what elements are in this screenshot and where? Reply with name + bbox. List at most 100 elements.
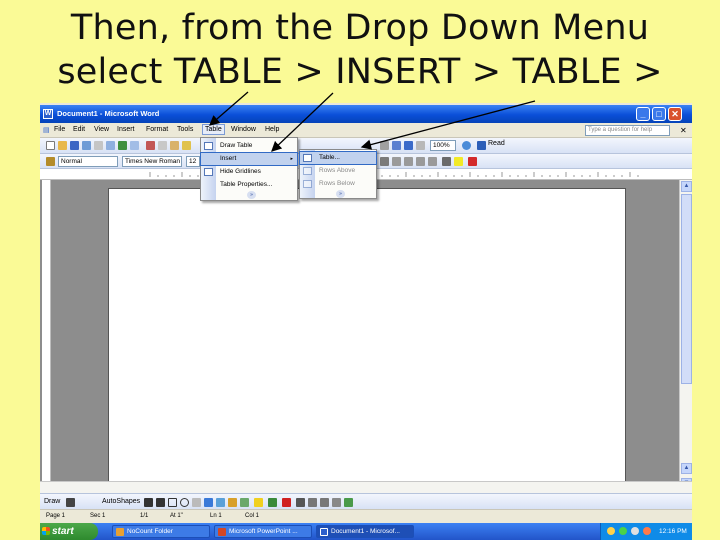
taskbar-button-powerpoint[interactable]: Microsoft PowerPoint ... — [214, 525, 312, 538]
wordart-icon[interactable] — [204, 498, 213, 507]
table-menu-draw-table[interactable]: Draw Table — [201, 140, 297, 152]
insert-submenu-expand-icon[interactable]: » — [336, 190, 345, 198]
tray-alert-icon[interactable] — [643, 527, 651, 535]
font-size-select[interactable]: 12 — [186, 156, 200, 167]
taskbar-button-folder[interactable]: NoCount Folder — [112, 525, 210, 538]
clip-art-icon[interactable] — [228, 498, 237, 507]
reading-mode-icon[interactable] — [477, 141, 486, 150]
tray-security-icon[interactable] — [619, 527, 627, 535]
permission-icon[interactable] — [82, 141, 91, 150]
vertical-scrollbar[interactable]: ▲ ▲ ▼ — [679, 180, 692, 493]
diagram-icon[interactable] — [216, 498, 225, 507]
print-preview-icon[interactable] — [106, 141, 115, 150]
read-button[interactable]: Read — [488, 140, 505, 147]
font-color-icon[interactable] — [468, 157, 477, 166]
increase-indent-icon[interactable] — [428, 157, 437, 166]
insert-submenu-table[interactable]: Table... — [299, 151, 377, 165]
line-spacing-icon[interactable] — [380, 157, 389, 166]
highlight-icon[interactable] — [454, 157, 463, 166]
start-button[interactable]: start — [40, 523, 98, 540]
zoom-select[interactable]: 100% — [430, 140, 456, 151]
new-document-icon[interactable] — [46, 141, 55, 150]
taskbar-button-word[interactable]: Document1 - Microsof... — [316, 525, 414, 538]
scroll-thumb[interactable] — [681, 194, 692, 384]
show-hide-icon[interactable] — [416, 141, 425, 150]
menu-file[interactable]: File — [54, 126, 65, 133]
scroll-up-arrow-icon[interactable]: ▲ — [681, 181, 692, 192]
maximize-button[interactable]: □ — [652, 107, 666, 121]
taskbar-label-powerpoint: Microsoft PowerPoint ... — [229, 528, 298, 535]
table-menu-expand-icon[interactable]: » — [247, 191, 256, 199]
headline-line-2: select TABLE > INSERT > TABLE > — [57, 52, 663, 92]
menu-table[interactable]: Table — [202, 124, 225, 135]
numbering-icon[interactable] — [392, 157, 401, 166]
doc-menu-icon[interactable]: ▤ — [43, 126, 50, 134]
tray-volume-icon[interactable] — [631, 527, 639, 535]
menu-tools[interactable]: Tools — [177, 126, 193, 133]
taskbar-label-word: Document1 - Microsof... — [331, 528, 400, 535]
open-folder-icon[interactable] — [58, 141, 67, 150]
menu-edit[interactable]: Edit — [73, 126, 85, 133]
border-icon[interactable] — [442, 157, 451, 166]
style-select[interactable]: Normal — [58, 156, 118, 167]
close-document-button[interactable]: ✕ — [680, 126, 687, 135]
horizontal-scrollbar[interactable] — [40, 481, 692, 493]
paste-icon[interactable] — [170, 141, 179, 150]
font-select[interactable]: Times New Roman — [122, 156, 182, 167]
document-page[interactable] — [108, 188, 626, 493]
menu-view[interactable]: View — [94, 126, 109, 133]
select-objects-icon[interactable] — [66, 498, 75, 507]
shadow-icon[interactable] — [332, 498, 341, 507]
status-column: Col 1 — [245, 513, 260, 519]
oval-icon[interactable] — [180, 498, 189, 507]
rectangle-icon[interactable] — [168, 498, 177, 507]
line-icon[interactable] — [144, 498, 153, 507]
fill-color-icon[interactable] — [254, 498, 263, 507]
styles-icon[interactable] — [46, 157, 55, 166]
3d-style-icon[interactable] — [344, 498, 353, 507]
insert-submenu-rows-below[interactable]: Rows Below — [300, 178, 376, 190]
save-icon[interactable] — [70, 141, 79, 150]
menu-format[interactable]: Format — [146, 126, 168, 133]
draw-table-pencil-icon — [204, 142, 213, 150]
research-icon[interactable] — [130, 141, 139, 150]
headline-line-1: Then, from the Drop Down Menu — [70, 8, 650, 48]
picture-icon[interactable] — [240, 498, 249, 507]
copy-icon[interactable] — [158, 141, 167, 150]
insert-table-label: Table... — [319, 154, 340, 161]
format-painter-icon[interactable] — [182, 141, 191, 150]
line-color-icon[interactable] — [268, 498, 277, 507]
help-search-input[interactable]: Type a question for help — [585, 125, 670, 136]
table-menu-hide-gridlines[interactable]: Hide Gridlines — [201, 166, 297, 178]
word-app-icon: W — [43, 109, 53, 119]
drawing-icon[interactable] — [392, 141, 401, 150]
table-menu-properties[interactable]: Table Properties... — [201, 179, 297, 191]
menu-window[interactable]: Window — [231, 126, 256, 133]
tray-network-icon[interactable] — [607, 527, 615, 535]
spelling-icon[interactable] — [118, 141, 127, 150]
previous-page-icon[interactable]: ▲ — [681, 463, 692, 474]
text-box-icon[interactable] — [192, 498, 201, 507]
print-icon[interactable] — [94, 141, 103, 150]
table-menu-insert[interactable]: Insert ▸ — [200, 152, 298, 166]
minimize-button[interactable]: _ — [636, 107, 650, 121]
draw-menu-label[interactable]: Draw — [44, 498, 60, 505]
cut-icon[interactable] — [146, 141, 155, 150]
columns-icon[interactable] — [380, 141, 389, 150]
arrow-icon[interactable] — [156, 498, 165, 507]
status-page: Page 1 — [46, 513, 66, 519]
line-style-icon[interactable] — [296, 498, 305, 507]
close-window-button[interactable]: ✕ — [668, 107, 682, 121]
menu-insert[interactable]: Insert — [117, 126, 135, 133]
help-icon[interactable] — [462, 141, 471, 150]
insert-label: Insert — [220, 155, 237, 162]
drawing-font-color-icon[interactable] — [282, 498, 291, 507]
dash-style-icon[interactable] — [308, 498, 317, 507]
menu-help[interactable]: Help — [265, 126, 279, 133]
document-map-icon[interactable] — [404, 141, 413, 150]
autoshapes-label[interactable]: AutoShapes — [102, 498, 140, 505]
bullets-icon[interactable] — [404, 157, 413, 166]
insert-submenu-rows-above[interactable]: Rows Above — [300, 165, 376, 177]
decrease-indent-icon[interactable] — [416, 157, 425, 166]
arrow-style-icon[interactable] — [320, 498, 329, 507]
